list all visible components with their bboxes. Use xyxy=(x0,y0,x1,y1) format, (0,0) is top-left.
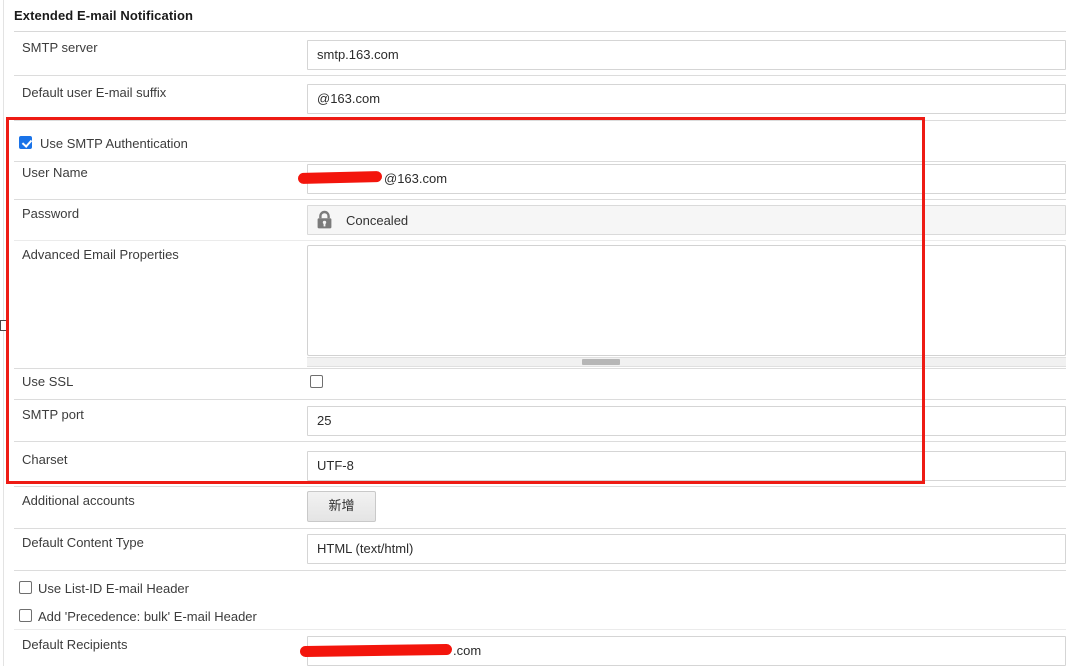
row-separator xyxy=(14,486,1066,487)
label-email-suffix: Default user E-mail suffix xyxy=(22,85,167,100)
row-separator xyxy=(14,240,1066,241)
label-add-precedence-bulk-header: Add 'Precedence: bulk' E-mail Header xyxy=(38,609,257,624)
default-content-type-select[interactable]: HTML (text/html) xyxy=(307,534,1066,564)
password-value: Concealed xyxy=(346,212,409,228)
label-default-recipients: Default Recipients xyxy=(22,637,128,652)
advanced-properties-horizontal-scrollbar[interactable] xyxy=(307,357,1066,367)
label-use-smtp-authentication: Use SMTP Authentication xyxy=(40,136,188,151)
smtp-port-input[interactable]: 25 xyxy=(307,406,1066,436)
row-separator xyxy=(14,75,1066,76)
scrollbar-thumb[interactable] xyxy=(582,359,620,365)
row-separator xyxy=(14,368,1066,369)
email-suffix-input[interactable]: @163.com xyxy=(307,84,1066,114)
label-use-list-id-header: Use List-ID E-mail Header xyxy=(38,581,189,596)
use-ssl-checkbox[interactable] xyxy=(310,375,323,388)
row-separator xyxy=(14,629,1066,630)
redaction-mark-default-recipients xyxy=(299,643,453,658)
row-separator xyxy=(14,199,1066,200)
redaction-mark-user-name xyxy=(297,170,383,185)
add-additional-account-button[interactable]: 新增 xyxy=(307,491,376,522)
section-title-divider xyxy=(14,31,1066,32)
user-name-input[interactable]: @163.com xyxy=(307,164,1066,194)
row-separator xyxy=(14,441,1066,442)
label-default-content-type: Default Content Type xyxy=(22,535,144,550)
extended-email-notification-panel: Extended E-mail Notification SMTP server… xyxy=(0,0,1066,666)
use-smtp-authentication-checkbox[interactable] xyxy=(19,136,32,149)
advanced-email-properties-textarea[interactable] xyxy=(307,245,1066,356)
row-separator xyxy=(14,399,1066,400)
row-separator xyxy=(14,570,1066,571)
label-use-ssl: Use SSL xyxy=(22,374,74,389)
use-list-id-header-checkbox[interactable] xyxy=(19,581,32,594)
panel-collapse-handle[interactable] xyxy=(0,320,9,331)
label-password: Password xyxy=(22,206,80,221)
label-additional-accounts: Additional accounts xyxy=(22,493,135,508)
left-gutter-rail xyxy=(0,0,4,666)
row-separator xyxy=(14,120,1066,121)
charset-input[interactable]: UTF-8 xyxy=(307,451,1066,481)
lock-icon xyxy=(315,210,334,230)
row-separator xyxy=(14,161,1066,162)
add-precedence-bulk-header-checkbox[interactable] xyxy=(19,609,32,622)
label-advanced-email-properties: Advanced Email Properties xyxy=(22,247,179,262)
section-title: Extended E-mail Notification xyxy=(14,8,194,23)
smtp-server-input[interactable]: smtp.163.com xyxy=(307,40,1066,70)
row-separator xyxy=(14,528,1066,529)
label-smtp-server: SMTP server xyxy=(22,40,98,55)
label-charset: Charset xyxy=(22,452,68,467)
label-user-name: User Name xyxy=(22,165,88,180)
label-smtp-port: SMTP port xyxy=(22,407,84,422)
password-field[interactable]: Concealed xyxy=(307,205,1066,235)
